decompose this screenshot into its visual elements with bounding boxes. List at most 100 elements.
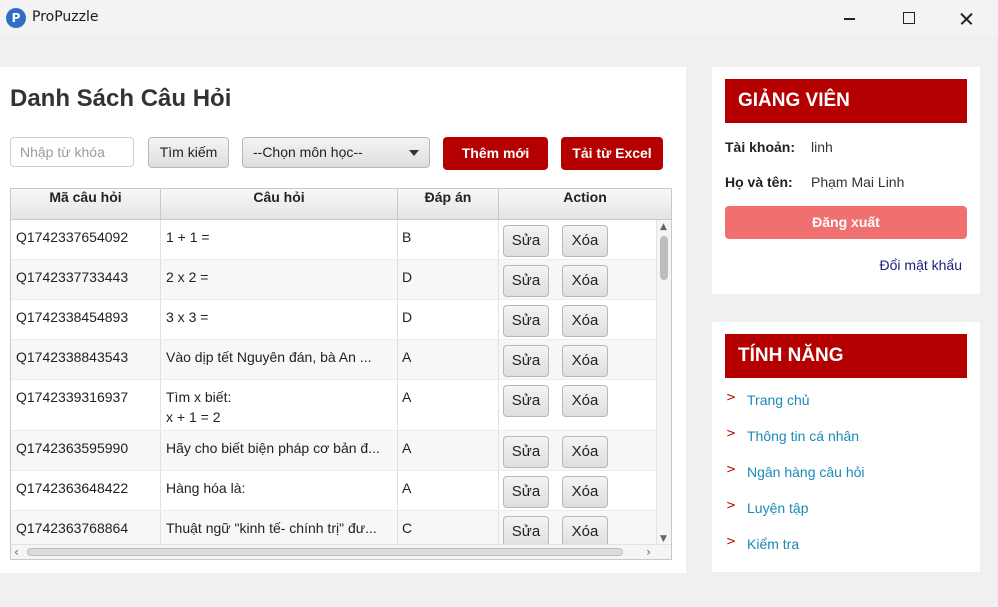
delete-button[interactable]: Xóa [562, 476, 608, 508]
search-button[interactable]: Tìm kiếm [148, 137, 229, 168]
question-text-cell: Hàng hóa là: [161, 471, 398, 510]
window-title: ProPuzzle [32, 9, 99, 25]
delete-button[interactable]: Xóa [562, 265, 608, 297]
scroll-down-icon[interactable]: ▼ [660, 534, 667, 544]
feature-panel-header: TÍNH NĂNG [725, 334, 967, 378]
answer-cell: A [398, 340, 499, 379]
horizontal-scrollbar[interactable]: ‹ › [11, 544, 671, 559]
action-cell: Sửa Xóa [499, 471, 657, 510]
action-cell: Sửa Xóa [499, 260, 657, 299]
chevron-right-icon: > [726, 426, 737, 440]
table-row[interactable]: Q1742339316937 Tìm x biết: x + 1 = 2 A Sửa X… [11, 380, 657, 431]
edit-button[interactable]: Sửa [503, 225, 549, 257]
edit-button[interactable]: Sửa [503, 516, 549, 546]
table-row[interactable]: Q1742337733443 2 x 2 = D Sửa Xóa [11, 260, 657, 300]
question-id-cell: Q1742338454893 [11, 300, 161, 339]
edit-button[interactable]: Sửa [503, 385, 549, 417]
name-value: Phạm Mai Linh [811, 174, 905, 190]
import-excel-button[interactable]: Tải từ Excel [561, 137, 663, 170]
delete-button[interactable]: Xóa [562, 436, 608, 468]
logout-button[interactable]: Đăng xuất [725, 206, 967, 239]
questions-table: Mã câu hỏi Câu hỏi Đáp án Action Q174233… [10, 188, 672, 560]
table-row[interactable]: Q1742338843543 Vào dịp tết Nguyên đán, bà… [11, 340, 657, 380]
answer-cell: C [398, 511, 499, 546]
action-cell: Sửa Xóa [499, 511, 657, 546]
vertical-scroll-thumb[interactable] [660, 236, 668, 280]
name-label: Họ và tên: [725, 174, 793, 190]
teacher-panel-header: GIẢNG VIÊN [725, 79, 967, 123]
question-id-cell: Q1742337733443 [11, 260, 161, 299]
account-label: Tài khoản: [725, 139, 796, 155]
feature-panel: TÍNH NĂNG > Trang chủ > Thông tin cá nhân > N… [712, 322, 980, 572]
delete-button[interactable]: Xóa [562, 305, 608, 337]
app-logo-icon: P [6, 8, 26, 28]
delete-button[interactable]: Xóa [562, 385, 608, 417]
table-header: Mã câu hỏi Câu hỏi Đáp án Action [11, 189, 671, 220]
question-id-cell: Q1742338843543 [11, 340, 161, 379]
question-id-cell: Q1742363768864 [11, 511, 161, 546]
action-cell: Sửa Xóa [499, 340, 657, 379]
maximize-button[interactable] [884, 0, 930, 36]
delete-button[interactable]: Xóa [562, 345, 608, 377]
chevron-right-icon: > [726, 390, 737, 404]
question-text-cell: Tìm x biết: x + 1 = 2 [161, 380, 398, 430]
teacher-panel: GIẢNG VIÊN Tài khoản: linh Họ và tên: Ph… [712, 67, 980, 294]
scroll-right-icon[interactable]: › [646, 545, 651, 559]
action-cell: Sửa Xóa [499, 431, 657, 470]
table-body: Q1742337654092 1 + 1 = B Sửa Xóa Q17423377334… [11, 220, 657, 546]
question-id-cell: Q1742363648422 [11, 471, 161, 510]
feature-item-label[interactable]: Thông tin cá nhân [747, 428, 859, 444]
question-text-cell: Hãy cho biết biện pháp cơ bản đ... [161, 431, 398, 470]
feature-item-label[interactable]: Ngân hàng câu hỏi [747, 464, 865, 480]
search-input[interactable] [10, 137, 134, 167]
edit-button[interactable]: Sửa [503, 345, 549, 377]
feature-item-label[interactable]: Luyện tập [747, 500, 809, 516]
answer-cell: A [398, 431, 499, 470]
table-row[interactable]: Q1742363768864 Thuật ngữ "kinh tế- chính … [11, 511, 657, 546]
question-id-cell: Q1742363595990 [11, 431, 161, 470]
column-header-answer[interactable]: Đáp án [398, 189, 499, 219]
table-row[interactable]: Q1742363595990 Hãy cho biết biện pháp cơ … [11, 431, 657, 471]
column-header-action[interactable]: Action [499, 189, 671, 219]
question-text-cell: 1 + 1 = [161, 220, 398, 259]
scroll-left-icon[interactable]: ‹ [14, 545, 19, 559]
table-row[interactable]: Q1742363648422 Hàng hóa là: A Sửa Xóa [11, 471, 657, 511]
question-list-panel: Danh Sách Câu Hỏi Tìm kiếm --Chọn môn họ… [0, 67, 686, 573]
delete-button[interactable]: Xóa [562, 516, 608, 546]
column-header-question[interactable]: Câu hỏi [161, 189, 398, 219]
action-cell: Sửa Xóa [499, 300, 657, 339]
question-id-cell: Q1742339316937 [11, 380, 161, 430]
feature-item-label[interactable]: Kiểm tra [747, 536, 799, 552]
vertical-scrollbar[interactable]: ▲ ▼ [656, 220, 671, 546]
chevron-right-icon: > [726, 462, 737, 476]
column-header-id[interactable]: Mã câu hỏi [11, 189, 161, 219]
table-row[interactable]: Q1742338454893 3 x 3 = D Sửa Xóa [11, 300, 657, 340]
add-question-button[interactable]: Thêm mới [443, 137, 548, 170]
subject-select-value: --Chọn môn học-- [253, 144, 363, 160]
delete-button[interactable]: Xóa [562, 225, 608, 257]
account-value: linh [811, 139, 833, 155]
subject-select[interactable]: --Chọn môn học-- [242, 137, 430, 168]
minimize-button[interactable] [826, 0, 872, 36]
close-button[interactable] [942, 0, 988, 36]
question-id-cell: Q1742337654092 [11, 220, 161, 259]
change-password-link[interactable]: Đổi mật khẩu [880, 257, 962, 273]
answer-cell: D [398, 260, 499, 299]
title-bar: P ProPuzzle [0, 0, 998, 36]
page-title: Danh Sách Câu Hỏi [10, 85, 232, 112]
table-row[interactable]: Q1742337654092 1 + 1 = B Sửa Xóa [11, 220, 657, 260]
edit-button[interactable]: Sửa [503, 436, 549, 468]
chevron-right-icon: > [726, 498, 737, 512]
edit-button[interactable]: Sửa [503, 265, 549, 297]
edit-button[interactable]: Sửa [503, 476, 549, 508]
action-cell: Sửa Xóa [499, 220, 657, 259]
feature-item-label[interactable]: Trang chủ [747, 392, 810, 408]
horizontal-scroll-thumb[interactable] [27, 548, 623, 556]
answer-cell: A [398, 380, 499, 430]
question-text-cell: Vào dịp tết Nguyên đán, bà An ... [161, 340, 398, 379]
answer-cell: B [398, 220, 499, 259]
scroll-up-icon[interactable]: ▲ [660, 222, 667, 232]
edit-button[interactable]: Sửa [503, 305, 549, 337]
chevron-down-icon [409, 150, 419, 156]
question-text-cell: 3 x 3 = [161, 300, 398, 339]
